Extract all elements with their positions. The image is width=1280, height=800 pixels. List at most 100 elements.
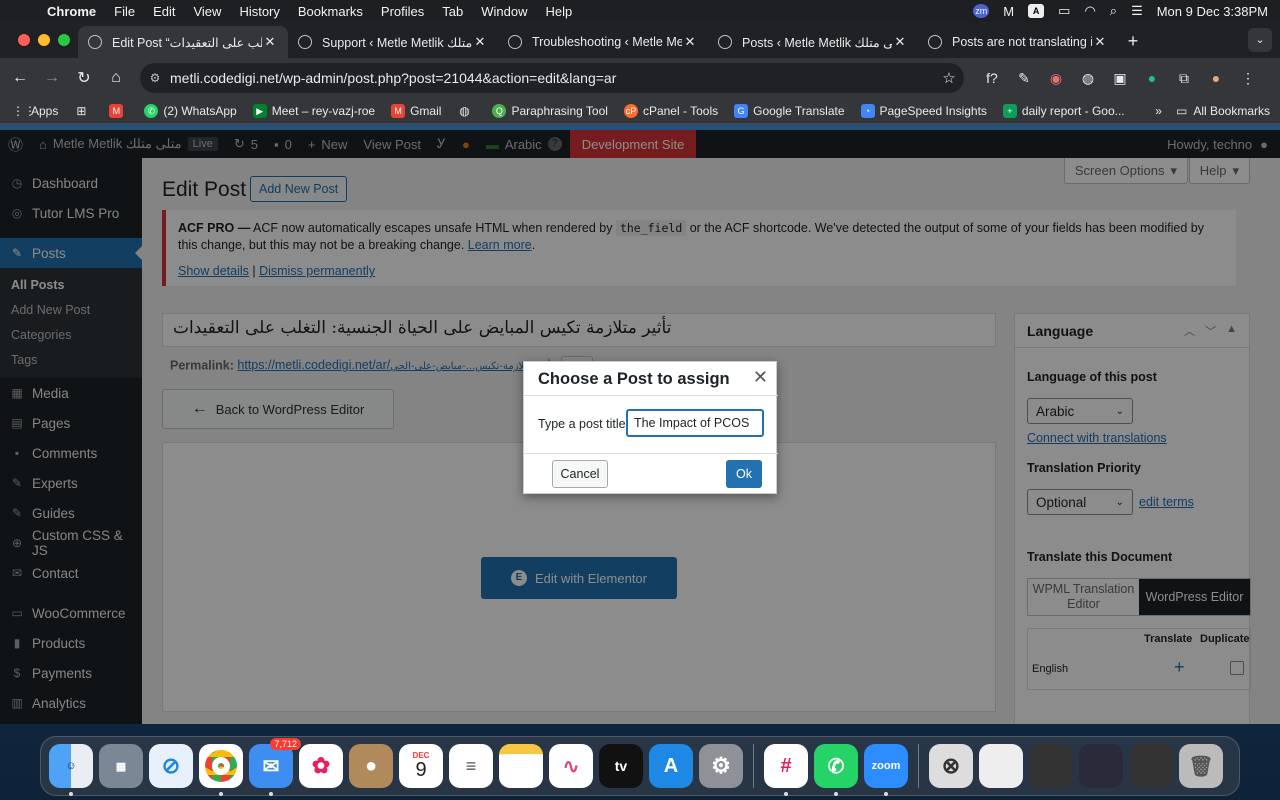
- home-icon[interactable]: ⌂: [100, 69, 132, 87]
- minimize-window-button[interactable]: [38, 34, 50, 46]
- bookmark-paraphrasing[interactable]: Q Paraphrasing Tool: [484, 103, 616, 118]
- bookmark-google-translate[interactable]: G Google Translate: [726, 103, 852, 118]
- trash-icon[interactable]: 🗑: [1179, 744, 1223, 788]
- whatsapp-icon[interactable]: ✆: [814, 744, 858, 796]
- maximize-window-button[interactable]: [58, 34, 70, 46]
- globe-icon: ◍: [459, 103, 470, 118]
- dialog-title: Choose a Post to assign: [538, 370, 730, 388]
- notes-icon[interactable]: [499, 744, 543, 788]
- tab-edit-post[interactable]: Edit Post “تأثير متلازمة تكيس المبايض عل…: [78, 26, 288, 58]
- bookmark-star-icon[interactable]: ☆: [934, 69, 964, 87]
- contacts-icon[interactable]: ●: [349, 744, 393, 788]
- tab-forum[interactable]: Posts are not translating in th ✕: [918, 26, 1118, 58]
- chrome-menu-icon[interactable]: ⋮: [1232, 70, 1264, 87]
- close-window-button[interactable]: [18, 34, 30, 46]
- reminders-icon[interactable]: ≡: [449, 744, 493, 788]
- close-tab-icon[interactable]: ✕: [682, 34, 698, 50]
- close-tab-icon[interactable]: ✕: [262, 34, 278, 50]
- bookmark-pagespeed[interactable]: ◔ PageSpeed Insights: [853, 103, 995, 118]
- zoom-icon[interactable]: zoom: [864, 744, 908, 796]
- site-info-icon[interactable]: ⚙: [140, 71, 170, 85]
- system-settings-icon[interactable]: ⚙: [699, 744, 743, 788]
- tab-support[interactable]: Support ‹ Metle Metlik متلى متلك ✕: [288, 26, 498, 58]
- control-center-icon[interactable]: ☰: [1131, 3, 1143, 19]
- menu-file[interactable]: File: [105, 4, 144, 19]
- mac-dock: ☺ ▦ ⊘ ✉ 7,712 ✿ ● DEC 9 ≡ ∿ tv A ⚙ # ✆ zoo…: [40, 736, 1240, 796]
- close-icon[interactable]: ✕: [753, 368, 768, 386]
- camera-extension-icon[interactable]: ▣: [1104, 70, 1136, 87]
- window-thumbnail[interactable]: [979, 744, 1023, 788]
- menu-window[interactable]: Window: [472, 4, 536, 19]
- tab-title: Support ‹ Metle Metlik متلى متلك: [322, 35, 472, 50]
- grammarly-icon[interactable]: ●: [1136, 70, 1168, 86]
- back-icon[interactable]: ←: [4, 69, 36, 87]
- mail-badge: 7,712: [270, 738, 301, 750]
- apple-tv-icon[interactable]: tv: [599, 744, 643, 788]
- bookmark-tab-groups[interactable]: ⊞: [66, 104, 101, 118]
- window-thumbnail[interactable]: [1129, 744, 1173, 788]
- mail-icon[interactable]: ✉ 7,712: [249, 738, 301, 796]
- window-thumbnail[interactable]: [1029, 744, 1073, 788]
- zoom-status-icon[interactable]: zm: [973, 4, 990, 18]
- close-circle-icon[interactable]: ⊗: [929, 744, 973, 788]
- profile-avatar-icon[interactable]: ●: [1200, 70, 1232, 86]
- puzzle-extensions-icon[interactable]: ⧉: [1168, 70, 1200, 87]
- reload-icon[interactable]: ↻: [68, 68, 100, 88]
- safari-icon[interactable]: ⊘: [149, 744, 193, 788]
- malwarebytes-icon[interactable]: M: [1003, 4, 1014, 19]
- app-store-icon[interactable]: A: [649, 744, 693, 788]
- tab-posts[interactable]: Posts ‹ Metle Metlik متلى متلك — ✕: [708, 26, 918, 58]
- screen-recorder-icon[interactable]: ◉: [1040, 70, 1072, 87]
- new-tab-button[interactable]: +: [1118, 26, 1148, 58]
- close-tab-icon[interactable]: ✕: [892, 34, 908, 50]
- bookmark-globe[interactable]: ◍: [449, 104, 484, 118]
- photos-icon[interactable]: ✿: [299, 744, 343, 788]
- bookmark-meet[interactable]: ▶ Meet – rey-vazj-roe: [245, 103, 383, 118]
- menu-edit[interactable]: Edit: [144, 4, 184, 19]
- bookmark-gmail[interactable]: M Gmail: [383, 103, 449, 118]
- close-tab-icon[interactable]: ✕: [1092, 34, 1108, 50]
- tab-title: Posts are not translating in th: [952, 35, 1092, 49]
- tab-search-icon[interactable]: ⌄: [1248, 28, 1272, 52]
- input-source-icon[interactable]: A: [1028, 4, 1045, 18]
- bookmark-cpanel[interactable]: cP cPanel - Tools: [616, 103, 726, 118]
- all-bookmarks-folder[interactable]: ▭ All Bookmarks: [1176, 104, 1270, 118]
- cpanel-icon: cP: [623, 103, 638, 118]
- eyedropper-extension-icon[interactable]: ✎: [1008, 70, 1040, 87]
- bookmark-whatsapp[interactable]: ✆ (2) WhatsApp: [136, 103, 244, 118]
- chrome-icon[interactable]: [199, 744, 243, 796]
- menu-profiles[interactable]: Profiles: [372, 4, 433, 19]
- address-bar[interactable]: ⚙ metli.codedigi.net/wp-admin/post.php?p…: [140, 63, 964, 93]
- post-title-search-input[interactable]: The Impact of PCOS: [626, 409, 764, 437]
- cancel-button[interactable]: Cancel: [552, 460, 608, 488]
- finder-icon[interactable]: ☺: [49, 744, 93, 796]
- menu-clock[interactable]: Mon 9 Dec 3:38PM: [1157, 4, 1268, 19]
- menu-bookmarks[interactable]: Bookmarks: [289, 4, 372, 19]
- bookmark-daily-report[interactable]: + daily report - Goo...: [995, 103, 1133, 118]
- globe-extension-icon[interactable]: ◍: [1072, 70, 1104, 87]
- formula-extension-icon[interactable]: f?: [976, 70, 1008, 86]
- wifi-icon[interactable]: ◠: [1084, 3, 1095, 19]
- menu-history[interactable]: History: [230, 4, 288, 19]
- menu-tab[interactable]: Tab: [433, 4, 472, 19]
- slack-icon[interactable]: #: [764, 744, 808, 796]
- calendar-icon[interactable]: DEC 9: [399, 744, 443, 788]
- window-thumbnail[interactable]: [1079, 744, 1123, 788]
- close-tab-icon[interactable]: ✕: [472, 34, 488, 50]
- folder-icon: ▭: [1175, 104, 1188, 118]
- ok-button[interactable]: Ok: [726, 460, 762, 488]
- menu-help[interactable]: Help: [537, 4, 582, 19]
- forward-icon[interactable]: →: [36, 69, 68, 87]
- bookmark-gmail-compose[interactable]: M: [101, 103, 136, 118]
- extensions-area: f? ✎ ◉ ◍ ▣ ● ⧉ ● ⋮: [976, 58, 1264, 98]
- launchpad-icon[interactable]: ▦: [99, 744, 143, 788]
- url-text[interactable]: metli.codedigi.net/wp-admin/post.php?pos…: [170, 70, 934, 86]
- battery-icon[interactable]: ▭: [1058, 3, 1070, 19]
- menu-app-name[interactable]: Chrome: [38, 4, 105, 19]
- more-bookmarks-icon[interactable]: »: [1155, 104, 1162, 118]
- freeform-icon[interactable]: ∿: [549, 744, 593, 788]
- tab-troubleshooting[interactable]: Troubleshooting ‹ Metle Metlik ✕: [498, 26, 708, 58]
- menu-view[interactable]: View: [184, 4, 230, 19]
- spotlight-search-icon[interactable]: ⌕: [1110, 3, 1117, 19]
- bookmark-apps[interactable]: ⋮⋮ Apps: [0, 104, 66, 118]
